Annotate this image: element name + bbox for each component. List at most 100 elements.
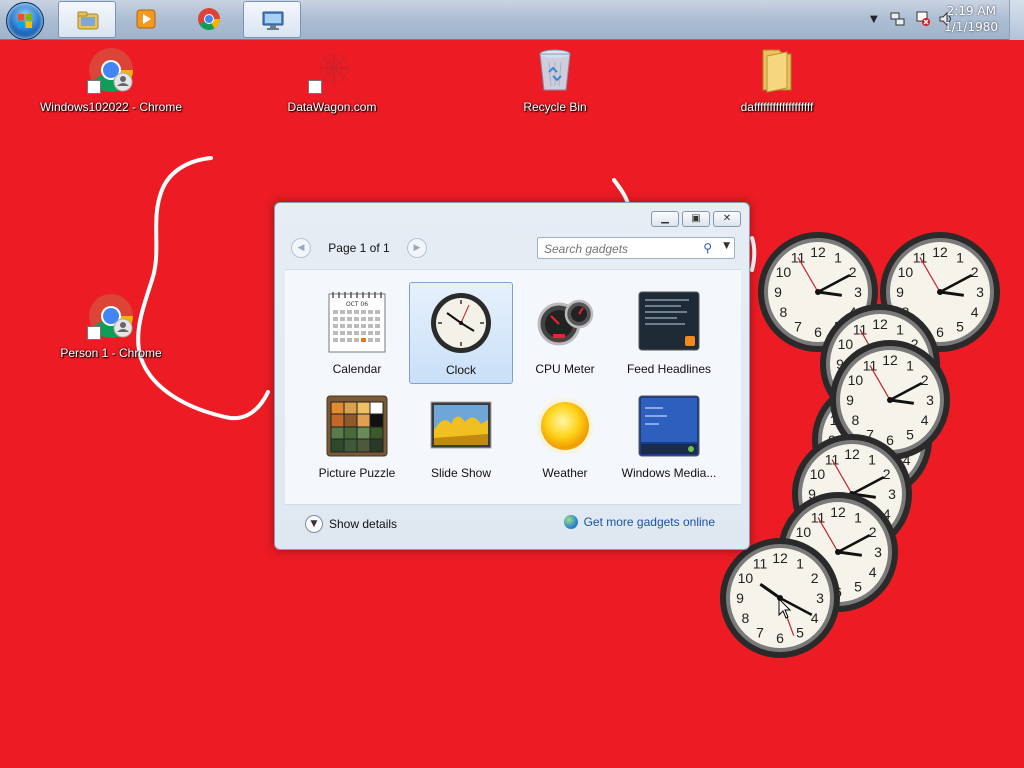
svg-text:7: 7	[794, 319, 802, 335]
svg-text:10: 10	[898, 264, 914, 280]
gadget-cpu-meter[interactable]: CPU Meter	[513, 282, 617, 384]
svg-text:3: 3	[926, 392, 934, 408]
svg-text:8: 8	[742, 610, 750, 626]
gadget-picture-puzzle[interactable]: Picture Puzzle	[305, 386, 409, 488]
previous-page-button[interactable]: ◀	[291, 238, 311, 258]
svg-text:12: 12	[772, 550, 788, 566]
minimize-button[interactable]: ▁	[651, 211, 679, 227]
shortcut-arrow-icon	[87, 80, 101, 94]
desktop-icon-label: DataWagon.com	[287, 100, 377, 114]
weather-sun-icon	[537, 398, 593, 454]
svg-text:1: 1	[796, 555, 804, 571]
page-indicator: Page 1 of 1	[328, 241, 390, 255]
svg-text:12: 12	[810, 244, 826, 260]
gadget-slide-show[interactable]: Slide Show	[409, 386, 513, 488]
svg-text:1: 1	[896, 321, 904, 337]
desktop-icon-folder[interactable]: dafffffffffffffffffff	[702, 46, 852, 114]
gadget-label: Windows Media...	[621, 466, 717, 480]
svg-text:10: 10	[776, 264, 792, 280]
svg-text:5: 5	[796, 625, 804, 641]
svg-text:2: 2	[849, 264, 857, 280]
desktop-icon-datawagon[interactable]: DataWagon.com	[257, 46, 407, 114]
desktop-icon-label: Recycle Bin	[523, 100, 587, 114]
svg-text:6: 6	[776, 630, 784, 646]
gadget-label: Feed Headlines	[626, 362, 712, 376]
svg-text:OCT 06: OCT 06	[346, 301, 368, 308]
desktop-icon-windows102022-chrome[interactable]: Windows102022 - Chrome	[36, 46, 186, 114]
next-page-button[interactable]: ▶	[407, 238, 427, 258]
svg-text:12: 12	[830, 504, 846, 520]
search-gadgets-box: ⚲ ▼	[537, 237, 735, 259]
chevron-down-icon: ▼	[305, 515, 323, 533]
search-icon[interactable]: ⚲	[703, 241, 712, 255]
svg-text:5: 5	[956, 319, 964, 335]
svg-text:2: 2	[971, 264, 979, 280]
gadget-label: CPU Meter	[535, 362, 595, 376]
svg-text:12: 12	[882, 352, 898, 368]
svg-text:5: 5	[854, 579, 862, 595]
show-details-label: Show details	[329, 517, 398, 531]
gadget-gallery: OCT 06 Calendar Clock CPU Meter Feed Hea…	[285, 269, 741, 505]
globe-icon	[563, 515, 578, 529]
svg-text:10: 10	[848, 372, 864, 388]
slide-show-icon	[430, 401, 492, 449]
svg-text:8: 8	[780, 304, 788, 320]
svg-text:3: 3	[874, 544, 882, 560]
gadget-feed-headlines[interactable]: Feed Headlines	[617, 282, 721, 384]
get-more-gadgets-link[interactable]: Get more gadgets online	[563, 515, 715, 529]
gadget-label: Calendar	[332, 362, 382, 376]
desktop-icon-person1-chrome[interactable]: Person 1 - Chrome	[36, 292, 186, 360]
svg-text:11: 11	[753, 555, 768, 571]
svg-text:4: 4	[921, 412, 929, 428]
shortcut-arrow-icon	[308, 80, 322, 94]
svg-text:9: 9	[736, 590, 744, 606]
search-gadgets-input[interactable]	[542, 239, 696, 259]
shortcut-arrow-icon	[87, 326, 101, 340]
gadget-weather[interactable]: Weather	[513, 386, 617, 488]
feed-headlines-icon	[638, 291, 700, 351]
gadgets-window: ▁ ▣ ✕ ◀ Page 1 of 1 ▶ ⚲ ▼	[274, 202, 750, 550]
svg-text:2: 2	[811, 570, 819, 586]
svg-text:8: 8	[852, 412, 860, 428]
svg-text:1: 1	[906, 357, 914, 373]
gadget-clock[interactable]: Clock	[409, 282, 513, 384]
svg-text:9: 9	[896, 284, 904, 300]
svg-text:4: 4	[971, 304, 979, 320]
windows-media-center-icon	[638, 395, 700, 457]
gadget-label: Clock	[445, 363, 476, 377]
clock-icon	[431, 293, 491, 353]
gadget-label: Weather	[542, 466, 588, 480]
svg-text:1: 1	[834, 249, 842, 265]
svg-text:12: 12	[872, 316, 888, 332]
svg-text:9: 9	[846, 392, 854, 408]
svg-text:7: 7	[756, 625, 764, 641]
svg-text:4: 4	[811, 610, 819, 626]
svg-text:3: 3	[816, 590, 824, 606]
window-controls: ▁ ▣ ✕	[651, 211, 741, 227]
svg-text:2: 2	[883, 466, 891, 482]
get-more-gadgets-label: Get more gadgets online	[583, 515, 715, 529]
search-dropdown-icon[interactable]: ▼	[723, 241, 730, 251]
svg-text:2: 2	[869, 524, 877, 540]
picture-puzzle-icon	[326, 395, 388, 457]
recycle-bin-icon	[539, 49, 571, 91]
svg-text:10: 10	[738, 570, 754, 586]
svg-text:12: 12	[844, 446, 860, 462]
svg-text:1: 1	[868, 451, 876, 467]
gadget-label: Picture Puzzle	[318, 466, 396, 480]
svg-text:12: 12	[932, 244, 948, 260]
calendar-month-label: OCT 06	[346, 301, 368, 308]
restore-button[interactable]: ▣	[682, 211, 710, 227]
desktop-icon-label: dafffffffffffffffffff	[740, 100, 814, 114]
desktop-icon-label: Windows102022 - Chrome	[39, 100, 183, 114]
svg-text:1: 1	[956, 249, 964, 265]
svg-text:10: 10	[810, 466, 826, 482]
gadget-calendar[interactable]: OCT 06 Calendar	[305, 282, 409, 384]
svg-text:3: 3	[854, 284, 862, 300]
gadget-windows-media-center[interactable]: Windows Media...	[617, 386, 721, 488]
close-button[interactable]: ✕	[713, 211, 741, 227]
show-details-toggle[interactable]: ▼ Show details	[305, 515, 397, 533]
desktop-icon-label: Person 1 - Chrome	[60, 346, 162, 360]
desktop-icon-recycle-bin[interactable]: Recycle Bin	[480, 46, 630, 114]
svg-text:3: 3	[976, 284, 984, 300]
